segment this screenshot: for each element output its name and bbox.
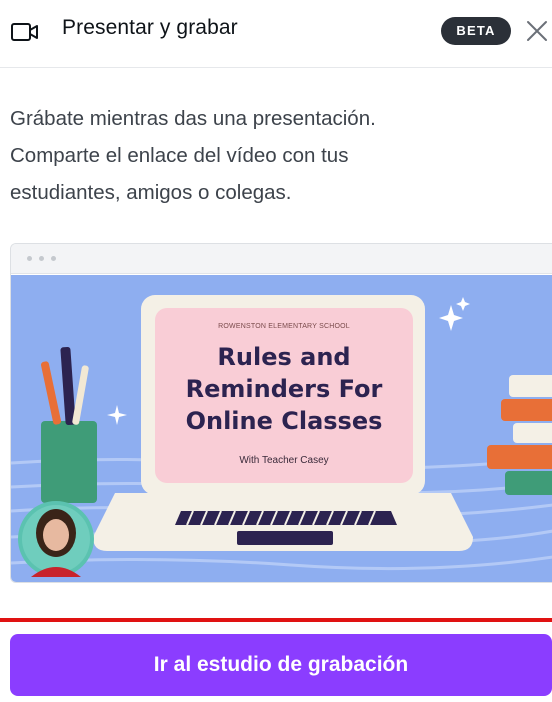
panel-title: Presentar y grabar [62, 16, 238, 39]
description-line: estudiantes, amigos o colegas. [10, 181, 292, 204]
preview-window-bar [11, 244, 552, 274]
presentation-preview: ROWENSTON ELEMENTARY SCHOOL Rules and Re… [10, 243, 552, 583]
close-icon[interactable] [520, 14, 552, 46]
slide-subtitle: With Teacher Casey [239, 455, 328, 466]
panel-header: Presentar y grabar BETA [0, 0, 552, 68]
slide-school: ROWENSTON ELEMENTARY SCHOOL [218, 323, 350, 330]
slide-title-line: Reminders For [186, 375, 383, 403]
description-line: Grábate mientras das una presentación. [10, 107, 376, 130]
description-line: Comparte el enlace del vídeo con tus [10, 144, 349, 167]
description: Grábate mientras das una presentación. C… [10, 100, 530, 211]
highlight-line [0, 618, 552, 622]
beta-badge: BETA [441, 17, 511, 45]
go-to-recording-studio-button[interactable]: Ir al estudio de grabación [10, 634, 552, 696]
slide-thumbnail: ROWENSTON ELEMENTARY SCHOOL Rules and Re… [11, 275, 552, 582]
slide-title-line: Online Classes [186, 407, 383, 435]
slide-title-line: Rules and [217, 343, 350, 371]
video-camera-icon [11, 23, 38, 41]
